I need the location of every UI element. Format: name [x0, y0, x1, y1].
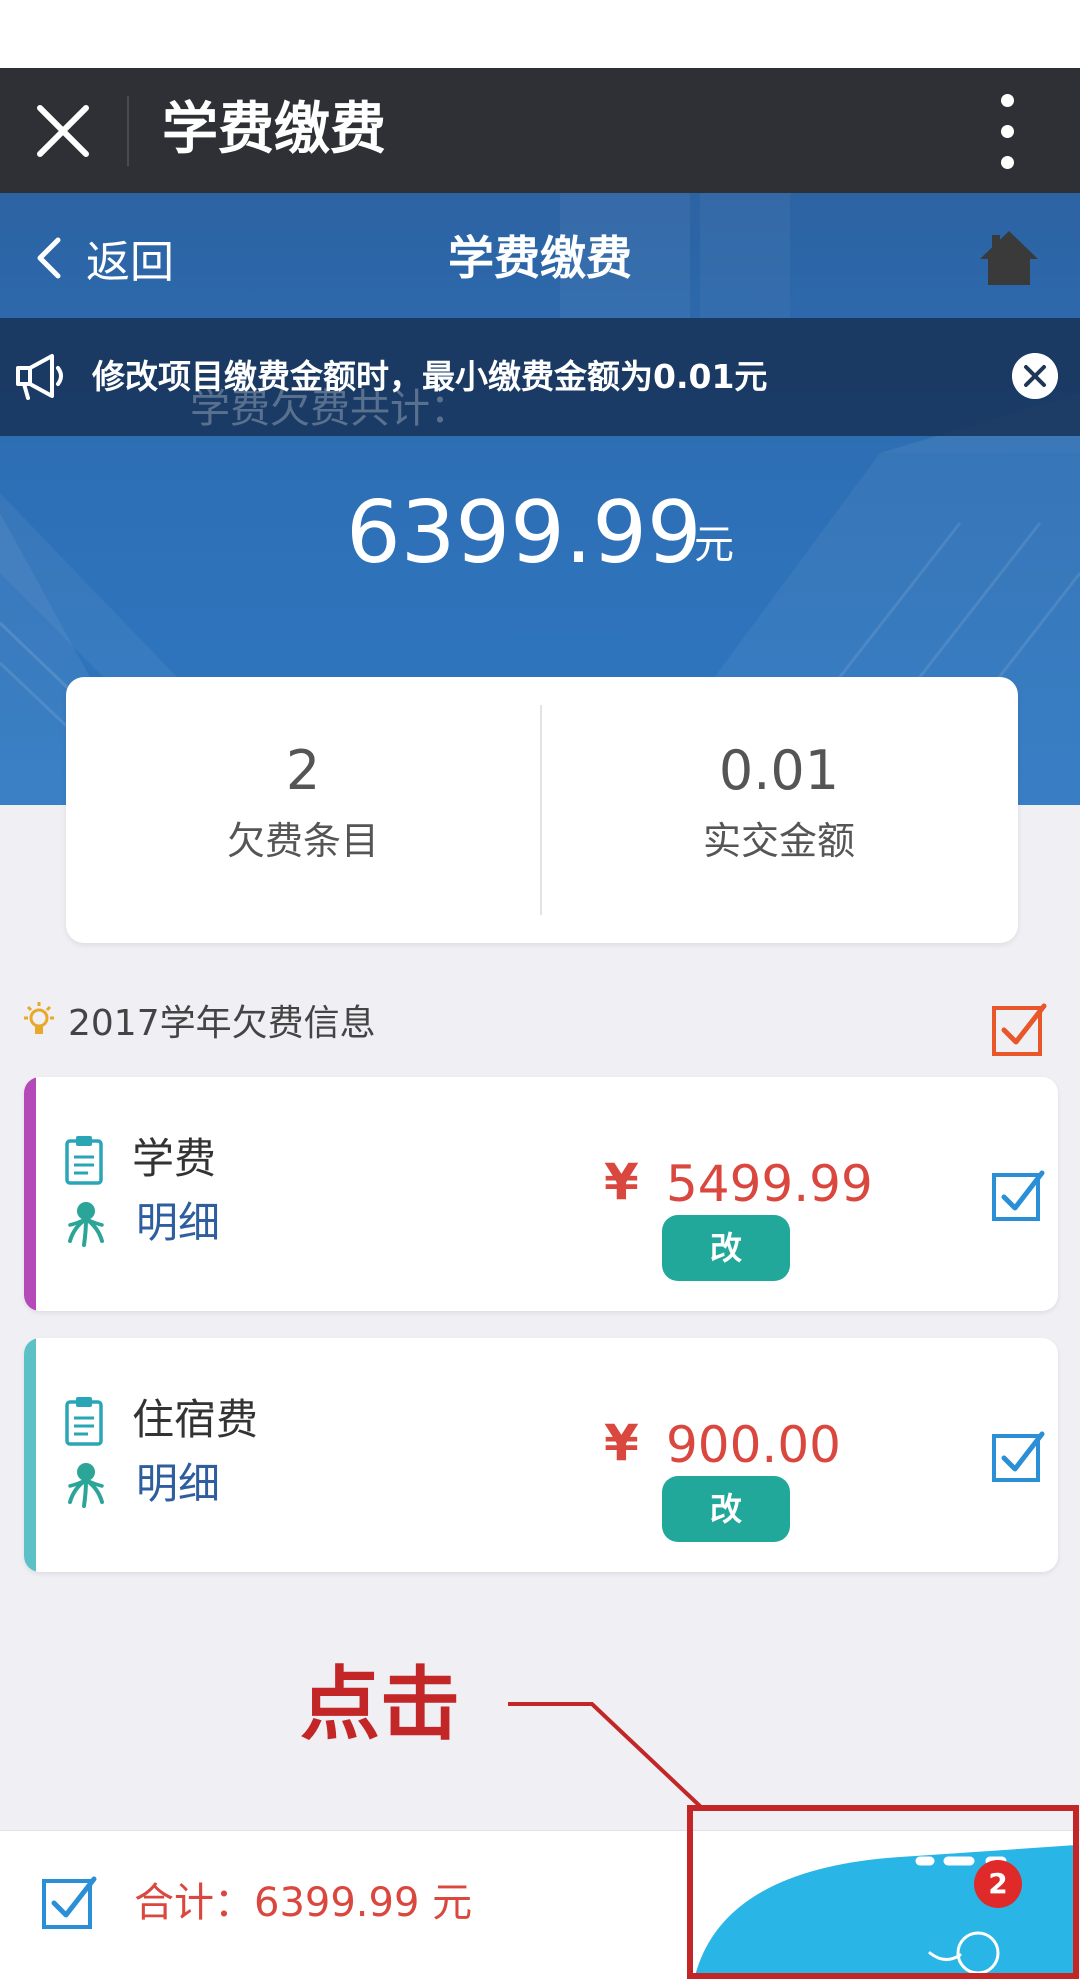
stat-label: 实交金额 [702, 819, 855, 863]
home-icon[interactable] [978, 227, 1040, 289]
pay-button[interactable] [690, 1839, 1076, 1979]
wechat-title-bar: 学费缴费 [0, 68, 1080, 193]
page-title: 学费缴费 [448, 231, 632, 285]
fee-accent-bar [24, 1338, 36, 1572]
stat-paid-amount: 0.01 实交金额 [542, 677, 1016, 943]
section-header: 2017学年欠费信息 [22, 990, 376, 1050]
fee-item-accommodation: 住宿费 明细 ¥ 900.00 改 [24, 1338, 1058, 1572]
clipboard-icon [65, 1397, 103, 1446]
lightbulb-icon [24, 1002, 54, 1034]
status-area [0, 0, 1080, 68]
notice-banner: 学费欠费共计： 修改项目缴费金额时，最小缴费金额为0.01元 [0, 318, 1080, 436]
content-area [0, 805, 1080, 1830]
notification-badge: 2 [974, 1860, 1022, 1908]
close-icon[interactable] [30, 98, 96, 164]
bottom-bar: 合计：6399.99 元 [0, 1830, 1080, 1979]
close-circle-icon[interactable] [1012, 353, 1058, 399]
total-owed-unit: 元 [694, 522, 734, 568]
stat-owed-items: 2 欠费条目 [66, 677, 540, 943]
title-separator [127, 96, 129, 166]
fee-checkbox[interactable] [990, 1428, 1046, 1484]
fee-name: 住宿费 [132, 1395, 259, 1444]
fee-item-tuition: 学费 明细 ¥ 5499.99 改 [24, 1077, 1058, 1311]
fee-name: 学费 [132, 1134, 217, 1183]
fee-amount: 900.00 [666, 1416, 841, 1474]
annotation-label: 点击 [300, 1658, 460, 1751]
wechat-page-title: 学费缴费 [162, 97, 386, 162]
fee-checkbox[interactable] [990, 1167, 1046, 1223]
currency-symbol: ¥ [604, 1414, 639, 1472]
section-title: 2017学年欠费信息 [68, 1003, 376, 1044]
detail-link[interactable]: 明细 [136, 1193, 220, 1253]
megaphone-icon [16, 354, 63, 400]
stat-label: 欠费条目 [226, 819, 379, 863]
edit-amount-button[interactable]: 改 [662, 1215, 790, 1281]
total-label: 合计：6399.99 元 [134, 1880, 473, 1926]
detail-icon [68, 1463, 104, 1508]
more-vertical-icon[interactable] [990, 94, 1026, 170]
clipboard-icon [65, 1136, 103, 1185]
pay-button-graphic [694, 1845, 1076, 1979]
select-all-checkbox[interactable] [990, 1000, 1048, 1058]
detail-link[interactable]: 明细 [136, 1454, 220, 1514]
currency-symbol: ¥ [604, 1153, 639, 1211]
fee-accent-bar [24, 1077, 36, 1311]
stat-value: 0.01 [718, 739, 840, 802]
detail-icon [68, 1202, 104, 1247]
stats-card: 2 欠费条目 0.01 实交金额 [66, 677, 1018, 943]
notice-text: 修改项目缴费金额时，最小缴费金额为0.01元 [92, 357, 768, 396]
total-checkbox[interactable] [40, 1873, 98, 1931]
edit-amount-button[interactable]: 改 [662, 1476, 790, 1542]
stat-value: 2 [285, 739, 321, 802]
fee-amount: 5499.99 [666, 1155, 873, 1213]
total-owed-amount: 6399.99 [346, 483, 702, 583]
